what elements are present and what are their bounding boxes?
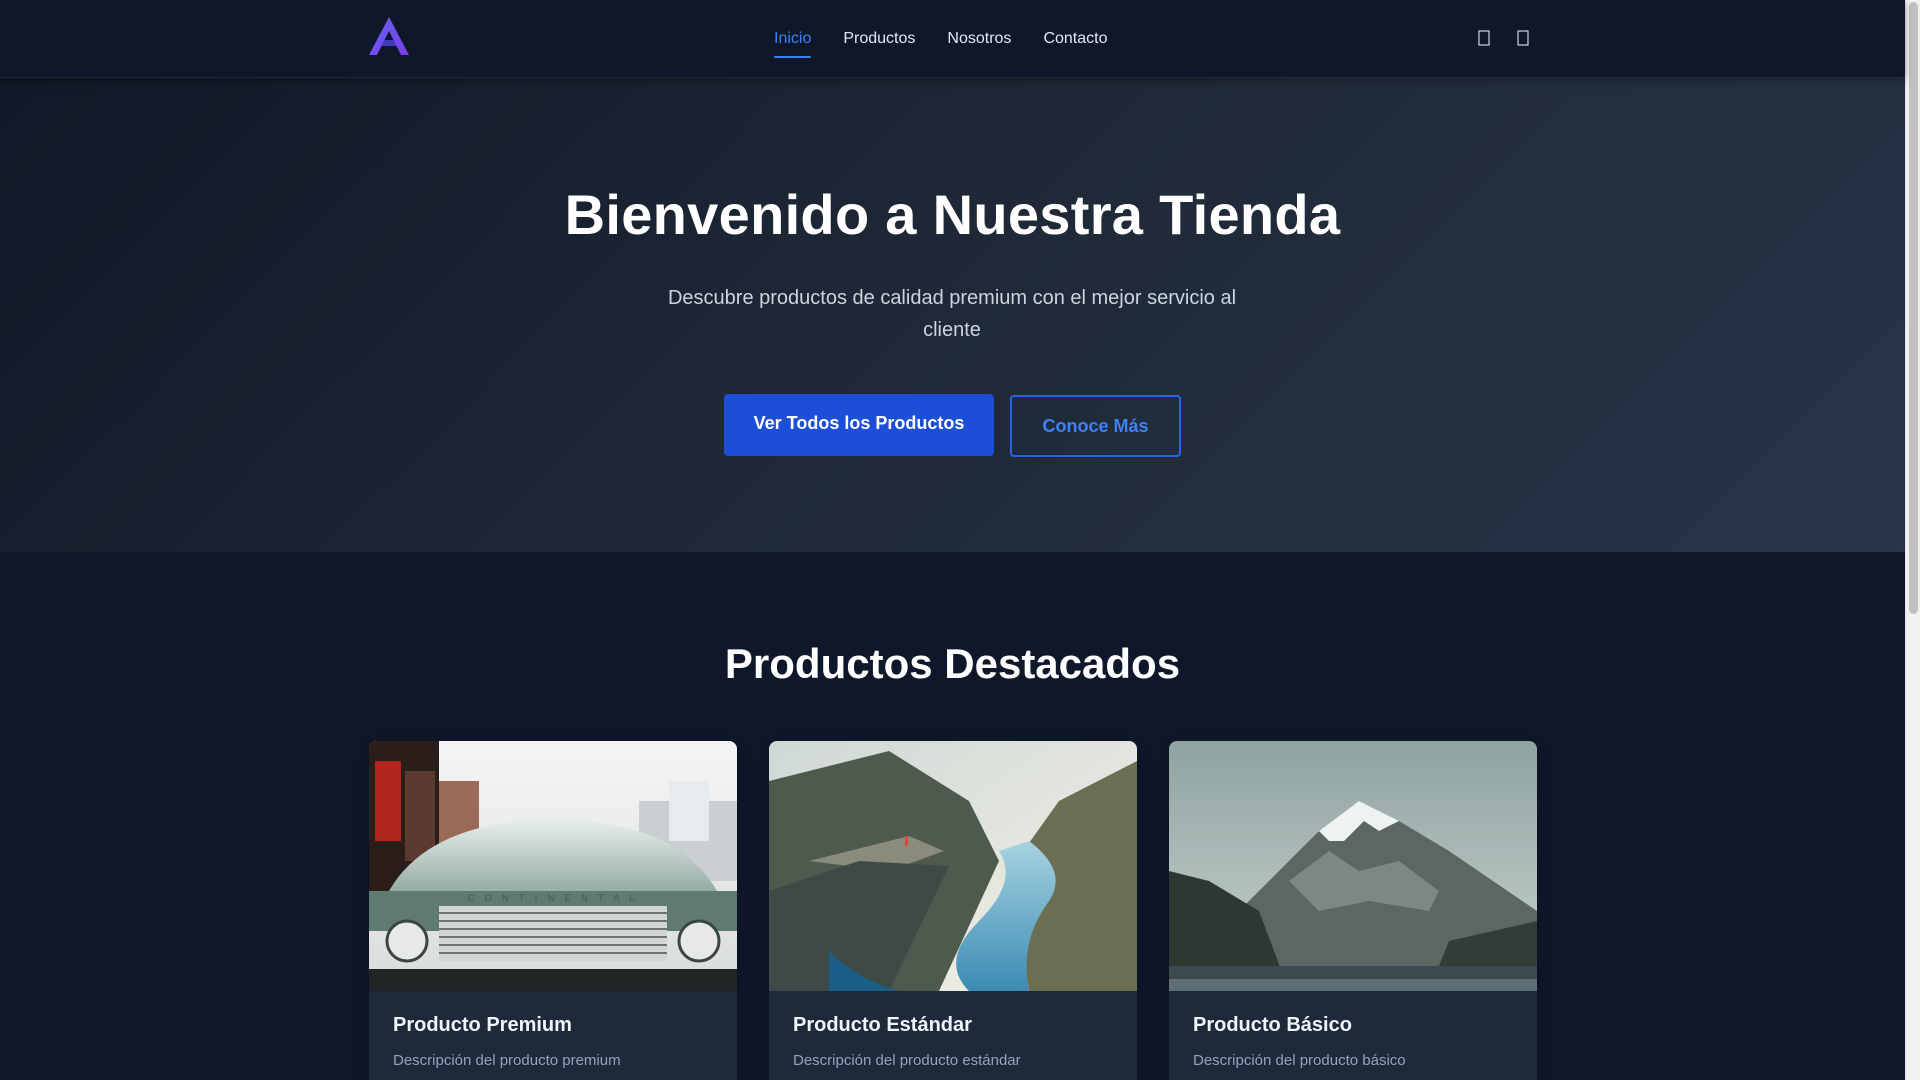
featured-products-section: Productos Destacados C O N T I N E N T A…	[0, 552, 1905, 1080]
nav-link-contacto[interactable]: Contacto	[1043, 22, 1107, 56]
product-name: Producto Estándar	[793, 1014, 972, 1036]
view-all-products-button[interactable]: Ver Todos los Productos	[724, 394, 994, 456]
main-nav: Inicio Productos Nosotros Contacto	[774, 0, 1107, 78]
product-name: Producto Premium	[393, 1014, 572, 1036]
product-card-basic[interactable]: Producto Básico Descripción del producto…	[1169, 741, 1537, 1080]
svg-text:C O N T I N E N T A L: C O N T I N E N T A L	[468, 893, 639, 903]
product-image-fjord	[769, 741, 1137, 991]
product-image-car: C O N T I N E N T A L	[369, 741, 737, 991]
product-image-mountain	[1169, 741, 1537, 991]
site-header: Inicio Productos Nosotros Contacto	[0, 0, 1905, 78]
search-icon[interactable]	[1476, 27, 1492, 49]
learn-more-button[interactable]: Conoce Más	[1010, 395, 1181, 457]
product-description: Descripción del producto básico	[1193, 1052, 1406, 1069]
nav-link-inicio[interactable]: Inicio	[774, 22, 812, 58]
page: Inicio Productos Nosotros Contacto Bienv…	[0, 0, 1905, 1080]
hero-section: Bienvenido a Nuestra Tienda Descubre pro…	[0, 78, 1905, 552]
product-card-premium[interactable]: C O N T I N E N T A L Producto Premium D…	[369, 741, 737, 1080]
hero-title: Bienvenido a Nuestra Tienda	[564, 183, 1341, 246]
product-name: Producto Básico	[1193, 1014, 1352, 1036]
section-title: Productos Destacados	[724, 640, 1181, 687]
product-description: Descripción del producto estándar	[793, 1052, 1021, 1069]
scrollbar-thumb[interactable]	[1909, 2, 1918, 614]
hero-subtitle: Descubre productos de calidad premium co…	[667, 287, 1237, 341]
cart-icon[interactable]	[1515, 27, 1531, 49]
page-scrollbar[interactable]	[1905, 0, 1920, 1080]
header-actions	[1476, 27, 1531, 49]
product-description: Descripción del producto premium	[393, 1052, 621, 1069]
product-card-standard[interactable]: Producto Estándar Descripción del produc…	[769, 741, 1137, 1080]
nav-link-nosotros[interactable]: Nosotros	[947, 22, 1011, 56]
logo-icon[interactable]	[368, 16, 410, 56]
nav-link-productos[interactable]: Productos	[843, 22, 915, 56]
